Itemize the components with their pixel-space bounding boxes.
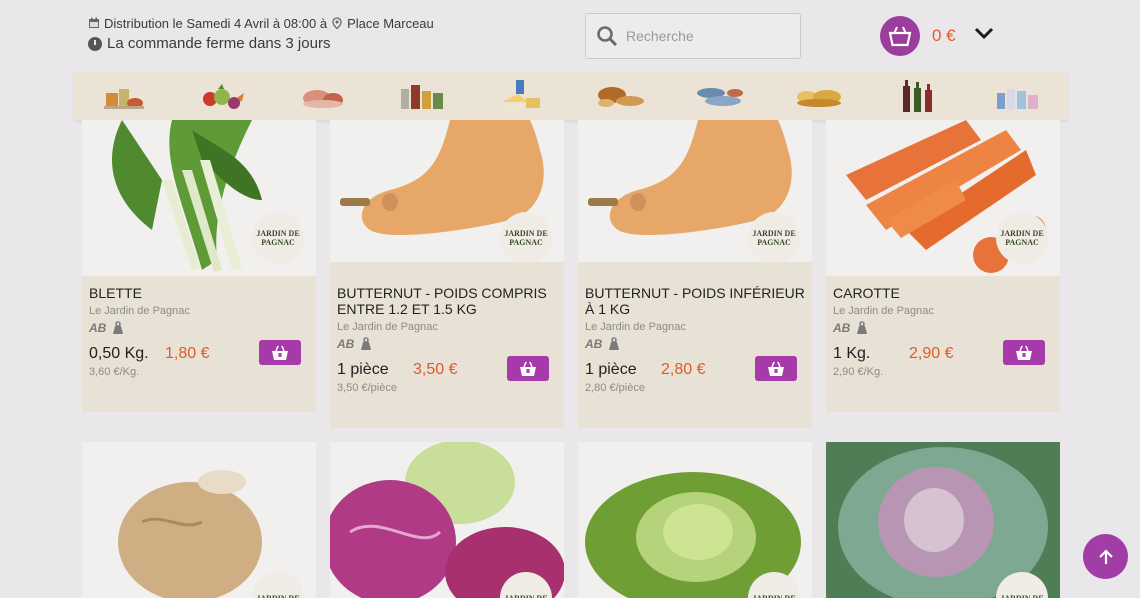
producer-logo: JARDIN DE PAGNAC <box>996 212 1048 264</box>
producer-logo: JARDIN DE PAGNAC <box>500 212 552 264</box>
product-name[interactable]: BUTTERNUT - POIDS COMPRIS ENTRE 1.2 ET 1… <box>337 285 557 317</box>
boissons-icon <box>902 80 932 112</box>
producer-logo-line1: JARDIN DE <box>504 593 548 598</box>
basket-icon <box>272 345 288 360</box>
category-epicerie[interactable] <box>74 72 173 120</box>
epicerie-icon <box>103 89 144 109</box>
distribution-location: Place Marceau <box>347 15 434 31</box>
viandes-icon <box>302 90 343 108</box>
product-quantity: 1 Kg. <box>833 345 871 362</box>
fromages-icon <box>796 90 841 107</box>
header: Distribution le Samedi 4 Avril à 08:00 à… <box>0 0 1140 72</box>
category-hygiene[interactable] <box>969 72 1068 120</box>
add-to-cart-button[interactable] <box>507 356 549 381</box>
product-name[interactable]: BLETTE <box>89 285 309 301</box>
distribution-text: Distribution le Samedi 4 Avril à 08:00 à <box>104 15 328 31</box>
category-boulangerie[interactable] <box>571 72 670 120</box>
chevron-down-icon[interactable] <box>974 26 994 40</box>
product-info: BLETTE Le Jardin de Pagnac AB 0,50 Kg. 1… <box>82 276 316 412</box>
product-quantity: 1 pièce <box>585 361 637 378</box>
producer-logo-line2: PAGNAC <box>509 238 543 247</box>
search-input[interactable] <box>626 28 786 44</box>
category-produits-laitiers[interactable] <box>472 72 571 120</box>
add-to-cart-button[interactable] <box>1003 340 1045 365</box>
category-fruits-legumes[interactable] <box>173 72 272 120</box>
clock-icon <box>88 36 102 51</box>
organic-label-icon: AB <box>337 337 355 351</box>
closing-text: La commande ferme dans 3 jours <box>107 35 331 52</box>
producer-logo-line2: PAGNAC <box>1005 238 1039 247</box>
product-info: BUTTERNUT - POIDS INFÉRIEUR À 1 KG Le Ja… <box>578 262 812 428</box>
product-name[interactable]: CAROTTE <box>833 285 1053 301</box>
category-poissons[interactable] <box>670 72 769 120</box>
add-to-cart-button[interactable] <box>755 356 797 381</box>
product-price: 2,90 € <box>909 345 954 362</box>
product-quantity: 1 pièce <box>337 361 389 378</box>
producer-logo-line1: JARDIN DE <box>752 229 796 238</box>
basket-icon <box>1016 345 1032 360</box>
producer-logo-line1: JARDIN DE <box>256 229 300 238</box>
category-fromages[interactable] <box>770 72 869 120</box>
producer-logo-line2: PAGNAC <box>261 238 295 247</box>
fruits-legumes-icon <box>203 84 245 109</box>
category-bar <box>74 72 1068 120</box>
product-farm[interactable]: Le Jardin de Pagnac <box>833 305 1053 317</box>
category-viandes[interactable] <box>273 72 372 120</box>
organic-label-icon: AB <box>89 321 107 335</box>
organic-label-icon: AB <box>585 337 603 351</box>
conserves-icon <box>400 85 443 109</box>
product-info: BUTTERNUT - POIDS COMPRIS ENTRE 1.2 ET 1… <box>330 262 564 428</box>
arrow-up-icon <box>1098 548 1113 564</box>
weight-icon <box>361 337 372 350</box>
hygiene-icon <box>997 89 1039 109</box>
search-box[interactable] <box>585 13 801 59</box>
product-farm[interactable]: Le Jardin de Pagnac <box>89 305 309 317</box>
producer-logo: JARDIN DE PAGNAC <box>748 212 800 264</box>
product-farm[interactable]: Le Jardin de Pagnac <box>585 321 805 333</box>
add-to-cart-button[interactable] <box>259 340 301 365</box>
product-unit-price: 2,80 €/pièce <box>585 382 645 394</box>
producer-logo: JARDIN DE PAGNAC <box>252 212 304 264</box>
search-icon <box>597 26 618 47</box>
product-info: CAROTTE Le Jardin de Pagnac AB 1 Kg. 2,9… <box>826 276 1060 412</box>
cart-total[interactable]: 0 € <box>932 26 956 46</box>
basket-icon <box>768 361 784 376</box>
product-unit-price: 3,60 €/Kg. <box>89 366 140 378</box>
poissons-icon <box>697 88 744 106</box>
cart-button[interactable] <box>880 16 920 56</box>
boulangerie-icon <box>597 87 644 107</box>
basket-icon <box>888 26 912 47</box>
scroll-to-top-button[interactable] <box>1083 534 1128 579</box>
produits-laitiers-icon <box>502 80 541 110</box>
map-pin-icon <box>332 17 342 29</box>
category-conserves[interactable] <box>372 72 471 120</box>
producer-logo-line2: PAGNAC <box>757 238 791 247</box>
product-price: 2,80 € <box>661 361 706 378</box>
product-farm[interactable]: Le Jardin de Pagnac <box>337 321 557 333</box>
producer-logo-line1: JARDIN DE <box>504 229 548 238</box>
weight-icon <box>609 337 620 350</box>
product-unit-price: 3,50 €/pièce <box>337 382 397 394</box>
product-price: 3,50 € <box>413 361 458 378</box>
product-unit-price: 2,90 €/Kg. <box>833 366 884 378</box>
producer-logo-line1: JARDIN DE <box>256 593 300 598</box>
product-name[interactable]: BUTTERNUT - POIDS INFÉRIEUR À 1 KG <box>585 285 805 317</box>
weight-icon <box>857 321 868 334</box>
producer-logo-line1: JARDIN DE <box>1000 593 1044 598</box>
producer-logo-line1: JARDIN DE <box>1000 229 1044 238</box>
product-quantity: 0,50 Kg. <box>89 345 149 362</box>
organic-label-icon: AB <box>833 321 851 335</box>
producer-logo-line1: JARDIN DE <box>752 593 796 598</box>
product-price: 1,80 € <box>165 345 210 362</box>
basket-icon <box>520 361 536 376</box>
category-boissons[interactable] <box>869 72 968 120</box>
weight-icon <box>113 321 124 334</box>
distribution-info: Distribution le Samedi 4 Avril à 08:00 à… <box>88 14 434 52</box>
calendar-icon <box>89 17 99 28</box>
